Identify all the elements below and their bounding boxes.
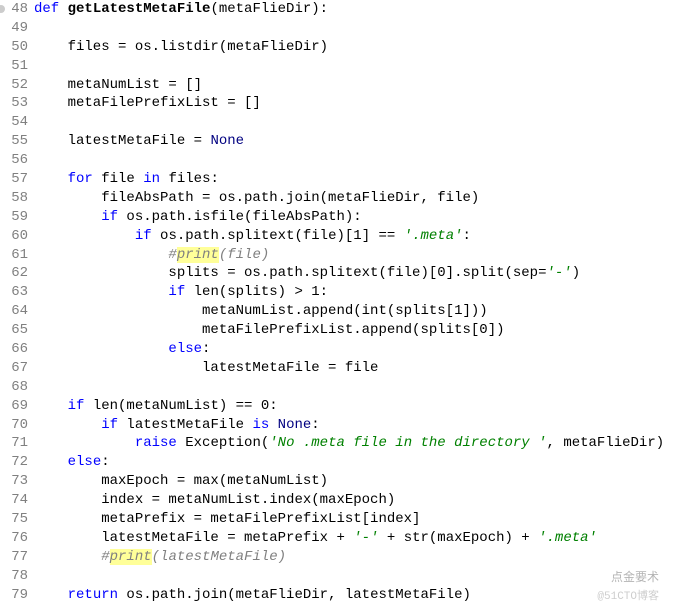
code-content[interactable]: metaPrefix = metaFilePrefixList[index] [34,510,679,529]
code-line[interactable]: 75 metaPrefix = metaFilePrefixList[index… [0,510,679,529]
line-number: 53 [0,94,34,113]
line-number: 59 [0,208,34,227]
code-line[interactable]: 78 [0,567,679,586]
code-line[interactable]: 66 else: [0,340,679,359]
code-content[interactable] [34,113,679,132]
code-line[interactable]: 63 if len(splits) > 1: [0,283,679,302]
code-content[interactable]: else: [34,453,679,472]
line-number: 67 [0,359,34,378]
code-line[interactable]: 56 [0,151,679,170]
code-content[interactable]: if latestMetaFile is None: [34,416,679,435]
code-content[interactable]: metaNumList = [] [34,76,679,95]
code-content[interactable] [34,378,679,397]
code-line[interactable]: 51 [0,57,679,76]
code-line[interactable]: 54 [0,113,679,132]
line-number: 58 [0,189,34,208]
code-content[interactable]: metaNumList.append(int(splits[1])) [34,302,679,321]
code-content[interactable]: else: [34,340,679,359]
code-content[interactable]: latestMetaFile = None [34,132,679,151]
line-number: 52 [0,76,34,95]
line-number: 51 [0,57,34,76]
code-line[interactable]: 70 if latestMetaFile is None: [0,416,679,435]
code-line[interactable]: 60 if os.path.splitext(file)[1] == '.met… [0,227,679,246]
code-content[interactable]: maxEpoch = max(metaNumList) [34,472,679,491]
line-number: 68 [0,378,34,397]
code-line[interactable]: 50 files = os.listdir(metaFlieDir) [0,38,679,57]
code-content[interactable]: latestMetaFile = metaPrefix + '-' + str(… [34,529,679,548]
line-number: 60 [0,227,34,246]
code-line[interactable]: 79 return os.path.join(metaFlieDir, late… [0,586,679,605]
code-line[interactable]: 62 splits = os.path.splitext(file)[0].sp… [0,264,679,283]
code-content[interactable]: for file in files: [34,170,679,189]
code-editor[interactable]: 48def getLatestMetaFile(metaFlieDir):495… [0,0,679,605]
line-number: 65 [0,321,34,340]
line-number: 50 [0,38,34,57]
line-number: 66 [0,340,34,359]
code-content[interactable] [34,57,679,76]
line-number: 61 [0,246,34,265]
code-line[interactable]: 74 index = metaNumList.index(maxEpoch) [0,491,679,510]
code-content[interactable]: #print(latestMetaFile) [34,548,679,567]
code-content[interactable]: raise Exception('No .meta file in the di… [34,434,679,453]
code-line[interactable]: 68 [0,378,679,397]
code-line[interactable]: 67 latestMetaFile = file [0,359,679,378]
code-content[interactable]: if len(metaNumList) == 0: [34,397,679,416]
code-content[interactable]: index = metaNumList.index(maxEpoch) [34,491,679,510]
code-content[interactable]: def getLatestMetaFile(metaFlieDir): [34,0,679,19]
line-number: 76 [0,529,34,548]
code-line[interactable]: 65 metaFilePrefixList.append(splits[0]) [0,321,679,340]
line-number: 54 [0,113,34,132]
line-number: 78 [0,567,34,586]
code-line[interactable]: 73 maxEpoch = max(metaNumList) [0,472,679,491]
code-line[interactable]: 58 fileAbsPath = os.path.join(metaFlieDi… [0,189,679,208]
line-number: 57 [0,170,34,189]
line-number: 63 [0,283,34,302]
line-number: 69 [0,397,34,416]
line-number: 74 [0,491,34,510]
code-content[interactable]: if os.path.isfile(fileAbsPath): [34,208,679,227]
line-number: 56 [0,151,34,170]
line-number: 73 [0,472,34,491]
code-line[interactable]: 59 if os.path.isfile(fileAbsPath): [0,208,679,227]
code-line[interactable]: 57 for file in files: [0,170,679,189]
code-content[interactable]: #print(file) [34,246,679,265]
line-number: 77 [0,548,34,567]
code-line[interactable]: 76 latestMetaFile = metaPrefix + '-' + s… [0,529,679,548]
line-number: 70 [0,416,34,435]
code-line[interactable]: 61 #print(file) [0,246,679,265]
code-line[interactable]: 69 if len(metaNumList) == 0: [0,397,679,416]
code-content[interactable]: latestMetaFile = file [34,359,679,378]
line-number: 75 [0,510,34,529]
code-line[interactable]: 49 [0,19,679,38]
code-content[interactable]: return os.path.join(metaFlieDir, latestM… [34,586,679,605]
code-content[interactable]: metaFilePrefixList = [] [34,94,679,113]
code-content[interactable]: splits = os.path.splitext(file)[0].split… [34,264,679,283]
line-number: 72 [0,453,34,472]
code-line[interactable]: 55 latestMetaFile = None [0,132,679,151]
code-content[interactable]: if len(splits) > 1: [34,283,679,302]
code-line[interactable]: 48def getLatestMetaFile(metaFlieDir): [0,0,679,19]
line-number: 71 [0,434,34,453]
code-content[interactable]: files = os.listdir(metaFlieDir) [34,38,679,57]
line-number: 64 [0,302,34,321]
code-content[interactable]: fileAbsPath = os.path.join(metaFlieDir, … [34,189,679,208]
line-number: 62 [0,264,34,283]
code-content[interactable] [34,151,679,170]
code-line[interactable]: 72 else: [0,453,679,472]
code-line[interactable]: 52 metaNumList = [] [0,76,679,95]
code-line[interactable]: 64 metaNumList.append(int(splits[1])) [0,302,679,321]
code-line[interactable]: 77 #print(latestMetaFile) [0,548,679,567]
line-number: 79 [0,586,34,605]
code-content[interactable]: metaFilePrefixList.append(splits[0]) [34,321,679,340]
code-content[interactable] [34,19,679,38]
code-line[interactable]: 71 raise Exception('No .meta file in the… [0,434,679,453]
code-content[interactable] [34,567,679,586]
code-content[interactable]: if os.path.splitext(file)[1] == '.meta': [34,227,679,246]
code-line[interactable]: 53 metaFilePrefixList = [] [0,94,679,113]
line-number: 49 [0,19,34,38]
line-number: 55 [0,132,34,151]
line-number: 48 [0,0,34,19]
